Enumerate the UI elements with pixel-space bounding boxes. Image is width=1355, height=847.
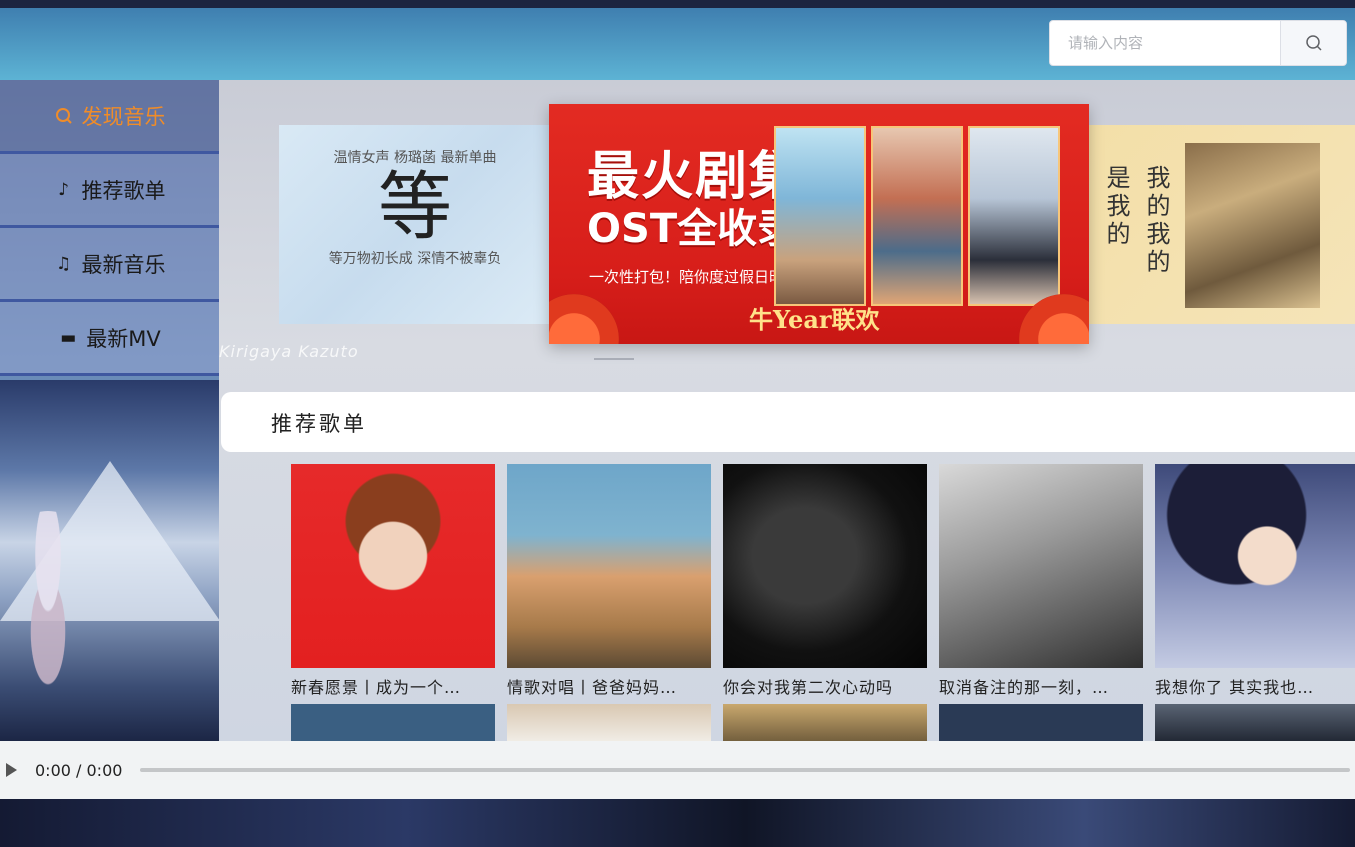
- playlist-caption[interactable]: 新春愿景丨成为一个…: [291, 674, 495, 698]
- watermark: Kirigaya Kazuto: [219, 342, 359, 361]
- sidebar-item-label: 发现音乐: [81, 104, 166, 129]
- lantern-decoration: [549, 294, 619, 344]
- search-icon: [55, 107, 72, 124]
- banner-right-line2: 我的我的: [1142, 165, 1170, 277]
- sidebar: 发现音乐 ♪ 推荐歌单 ♫ 最新音乐 ▬ 最新MV: [0, 80, 219, 741]
- search-icon: [1305, 35, 1322, 51]
- search-box: [1049, 20, 1347, 66]
- drama-poster: [968, 126, 1060, 306]
- playlist-cover[interactable]: [1155, 704, 1355, 741]
- sidebar-item-label: 推荐歌单: [81, 178, 166, 203]
- sidebar-background-art: [0, 380, 219, 741]
- section-header: 推荐歌单: [221, 392, 1355, 452]
- banner-right-artwork: [1185, 143, 1320, 308]
- player-time: 0:00 / 0:00: [35, 760, 123, 780]
- banner-center[interactable]: 最火剧集 OST全收录 一次性打包！陪你度过假日时光 牛Year联欢: [549, 104, 1089, 344]
- sidebar-item-latest-mv[interactable]: ▬ 最新MV: [0, 302, 219, 376]
- banner-center-tagline: 一次性打包！陪你度过假日时光: [589, 268, 800, 286]
- playlist-cover[interactable]: [939, 704, 1143, 741]
- music-note-icon: ♫: [55, 253, 72, 274]
- playlist-cover[interactable]: [723, 704, 927, 741]
- playlist-cover[interactable]: [1155, 464, 1355, 668]
- video-icon: ▬: [60, 327, 77, 348]
- sidebar-item-discover-music[interactable]: 发现音乐: [0, 80, 219, 154]
- playlist-caption[interactable]: 情歌对唱丨爸爸妈妈…: [507, 674, 711, 698]
- sidebar-item-recommended-playlists[interactable]: ♪ 推荐歌单: [0, 154, 219, 228]
- anime-girl-illustration: [8, 511, 88, 731]
- top-header: [0, 8, 1355, 80]
- playlist-cover[interactable]: [939, 464, 1143, 668]
- main-content: Kirigaya Kazuto 温情女声 杨璐菡 最新单曲 等 等万物初长成 深…: [219, 80, 1355, 741]
- sidebar-item-label: 最新MV: [86, 326, 161, 351]
- section-title: 推荐歌单: [271, 412, 367, 436]
- playlist-caption[interactable]: 你会对我第二次心动吗: [723, 674, 927, 698]
- playlist-cover[interactable]: [507, 704, 711, 741]
- playlist-grid-row-2: [291, 704, 1355, 741]
- drama-poster: [871, 126, 963, 306]
- banner-center-subtitle: OST全收录: [587, 206, 798, 252]
- playlist-caption[interactable]: 我想你了 其实我也…: [1155, 674, 1355, 698]
- playlist-card[interactable]: 新春愿景丨成为一个…: [291, 464, 495, 698]
- playlist-grid: 新春愿景丨成为一个… 情歌对唱丨爸爸妈妈… 你会对我第二次心动吗 取消备注的那一…: [291, 464, 1355, 698]
- playlist-cover[interactable]: [723, 464, 927, 668]
- playlist-card[interactable]: 取消备注的那一刻，…: [939, 464, 1143, 698]
- playlist-caption[interactable]: 取消备注的那一刻，…: [939, 674, 1143, 698]
- progress-bar[interactable]: [140, 768, 1351, 772]
- sidebar-item-latest-music[interactable]: ♫ 最新音乐: [0, 228, 219, 302]
- background-art-bottom: [0, 799, 1355, 847]
- banner-left[interactable]: 温情女声 杨璐菡 最新单曲 等 等万物初长成 深情不被辜负: [279, 125, 551, 324]
- playlist-cover[interactable]: [507, 464, 711, 668]
- search-input[interactable]: [1050, 21, 1280, 65]
- banner-center-bottom-text: 牛Year联欢: [749, 305, 880, 334]
- sidebar-item-label: 最新音乐: [81, 252, 166, 277]
- banner-right-line1: 是我的: [1102, 165, 1130, 249]
- playlist-card[interactable]: 我想你了 其实我也…: [1155, 464, 1355, 698]
- playlist-cover[interactable]: [291, 464, 495, 668]
- search-button[interactable]: [1280, 21, 1346, 65]
- audio-player: 0:00 / 0:00: [0, 741, 1355, 799]
- guitar-icon: ♪: [58, 179, 69, 200]
- play-icon[interactable]: [6, 763, 17, 777]
- banner-left-bottom-text: 等万物初长成 深情不被辜负: [328, 251, 502, 268]
- playlist-card[interactable]: 你会对我第二次心动吗: [723, 464, 927, 698]
- carousel-indicator[interactable]: [594, 358, 634, 360]
- playlist-cover[interactable]: [291, 704, 495, 741]
- playlist-card[interactable]: 情歌对唱丨爸爸妈妈…: [507, 464, 711, 698]
- drama-poster: [774, 126, 866, 306]
- banner-right[interactable]: 是我的 我的我的: [1089, 125, 1355, 324]
- banner-left-logo: 等: [378, 164, 452, 250]
